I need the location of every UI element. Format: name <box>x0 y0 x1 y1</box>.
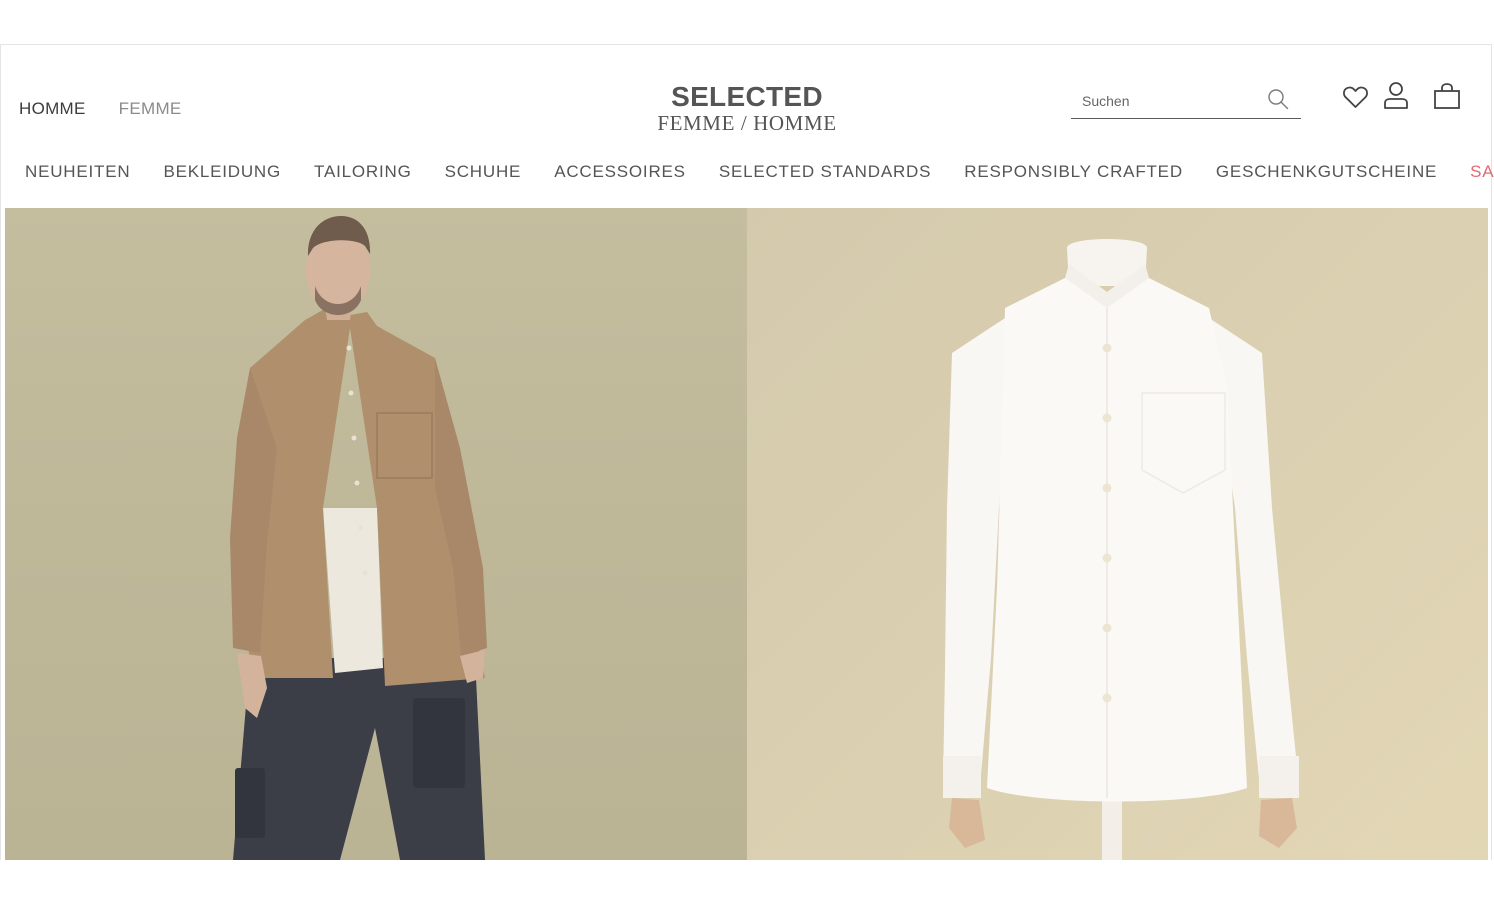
search-input[interactable] <box>1082 90 1262 112</box>
nav-item-schuhe[interactable]: SCHUHE <box>445 162 522 182</box>
brand-logo[interactable]: SELECTED FEMME / HOMME <box>647 81 847 135</box>
nav-item-geschenkgutscheine[interactable]: GESCHENKGUTSCHEINE <box>1216 162 1437 182</box>
hero-image-white-shirt[interactable] <box>747 208 1488 860</box>
account-icon[interactable] <box>1382 81 1410 111</box>
hero-image-model[interactable] <box>5 208 747 860</box>
main-navigation: NEUHEITEN BEKLEIDUNG TAILORING SCHUHE AC… <box>25 162 1494 182</box>
gender-switch: HOMME FEMME <box>19 99 182 119</box>
logo-wordmark: SELECTED <box>671 81 823 112</box>
nav-item-sale[interactable]: SALE <box>1470 162 1494 182</box>
nav-item-tailoring[interactable]: TAILORING <box>314 162 412 182</box>
model-illustration <box>230 216 487 860</box>
hero-banner <box>5 208 1488 860</box>
nav-item-selected-standards[interactable]: SELECTED STANDARDS <box>719 162 931 182</box>
heart-icon[interactable] <box>1342 84 1369 111</box>
search-bar <box>1071 84 1301 119</box>
tab-femme[interactable]: FEMME <box>119 99 182 119</box>
logo-subline: FEMME / HOMME <box>657 111 837 135</box>
nav-item-accessoires[interactable]: ACCESSOIRES <box>554 162 686 182</box>
nav-item-neuheiten[interactable]: NEUHEITEN <box>25 162 130 182</box>
shirt-illustration <box>943 239 1299 860</box>
nav-item-bekleidung[interactable]: BEKLEIDUNG <box>163 162 281 182</box>
bag-icon[interactable] <box>1433 82 1461 110</box>
tab-homme[interactable]: HOMME <box>19 99 86 119</box>
search-icon[interactable] <box>1267 88 1289 110</box>
nav-item-responsibly-crafted[interactable]: RESPONSIBLY CRAFTED <box>964 162 1183 182</box>
